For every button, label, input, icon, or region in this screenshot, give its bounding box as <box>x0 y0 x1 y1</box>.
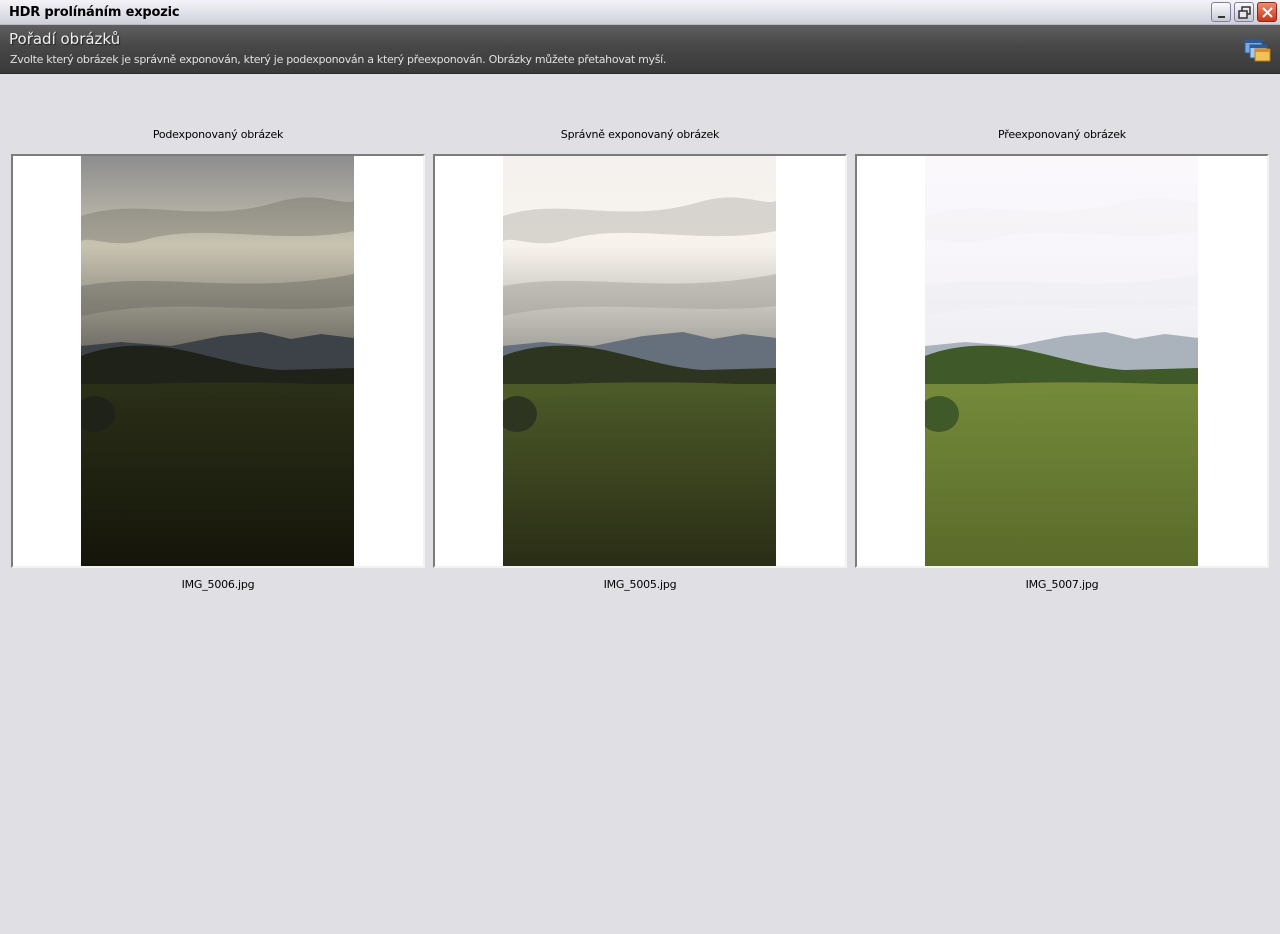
close-button[interactable] <box>1257 2 1277 22</box>
page-title: Pořadí obrázků <box>9 30 121 48</box>
overexposed-filename: IMG_5007.jpg <box>1025 578 1099 591</box>
underexposed-caption: Podexponovaný obrázek <box>152 128 284 141</box>
normal-exposure-caption: Správně exponovaný obrázek <box>560 128 720 141</box>
underexposed-image-slot[interactable] <box>11 154 425 568</box>
restore-icon <box>1238 6 1251 19</box>
wizard-header: Pořadí obrázků Zvolte který obrázek je s… <box>0 25 1280 74</box>
underexposed-photo[interactable] <box>81 156 354 566</box>
overexposed-caption: Přeexponovaný obrázek <box>998 128 1126 141</box>
restore-button[interactable] <box>1234 2 1254 22</box>
normal-exposure-photo[interactable] <box>503 156 776 566</box>
underexposed-filename: IMG_5006.jpg <box>181 578 255 591</box>
window-title: HDR prolínáním expozic <box>9 5 180 20</box>
minimize-button[interactable] <box>1211 2 1231 22</box>
window-titlebar: HDR prolínáním expozic <box>0 0 1280 25</box>
normal-exposure-filename: IMG_5005.jpg <box>603 578 677 591</box>
page-subtitle: Zvolte který obrázek je správně exponová… <box>10 53 667 66</box>
minimize-icon <box>1218 16 1225 18</box>
close-icon <box>1262 7 1273 18</box>
windows-stack-icon <box>1244 39 1271 62</box>
normal-exposure-image-slot[interactable] <box>433 154 847 568</box>
overexposed-photo[interactable] <box>925 156 1198 566</box>
overexposed-image-slot[interactable] <box>855 154 1269 568</box>
